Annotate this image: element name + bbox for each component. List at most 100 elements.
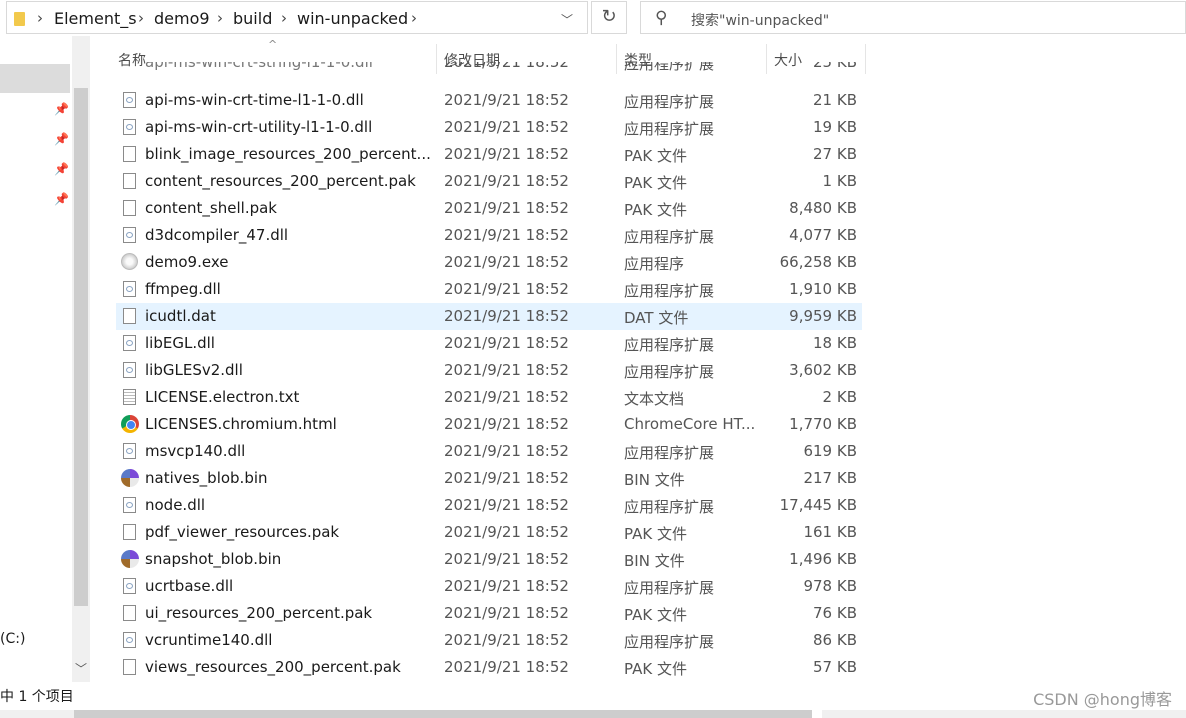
status-bar: 中 1 个项目 CSDN @hong博客 (0, 682, 1186, 710)
file-date: 2021/9/21 18:52 (444, 550, 569, 568)
dll-icon (123, 497, 136, 513)
chevron-right-icon[interactable]: › (37, 9, 43, 27)
file-size: 76 KB (813, 604, 857, 622)
table-row[interactable]: ui_resources_200_percent.pak 2021/9/21 18… (116, 600, 862, 627)
breadcrumb-item-demo9[interactable]: demo9 (154, 9, 210, 28)
file-icon (123, 200, 136, 216)
nav-selected-item[interactable] (0, 64, 70, 93)
dll-icon (123, 578, 136, 594)
table-row[interactable]: api-ms-win-crt-utility-l1-1-0.dll 2021/9/… (116, 114, 862, 141)
file-name: LICENSES.chromium.html (145, 415, 337, 433)
dll-icon (123, 632, 136, 648)
pin-icon[interactable]: 📌 (54, 192, 69, 206)
table-row[interactable]: content_resources_200_percent.pak 2021/9/… (116, 168, 862, 195)
address-bar[interactable]: › Element_s › demo9 › build › win-unpack… (6, 1, 588, 34)
file-type: BIN 文件 (624, 471, 685, 489)
table-row[interactable]: blink_image_resources_200_percent.... 202… (116, 141, 862, 168)
table-row[interactable]: LICENSES.chromium.html 2021/9/21 18:52 Chr… (116, 411, 862, 438)
file-size: 27 KB (813, 145, 857, 163)
pin-icon[interactable]: 📌 (54, 162, 69, 176)
file-name: libGLESv2.dll (145, 361, 243, 379)
dll-icon (123, 92, 136, 108)
table-row[interactable]: vcruntime140.dll 2021/9/21 18:52 应用程序扩展 86 … (116, 627, 862, 654)
table-row[interactable]: libGLESv2.dll 2021/9/21 18:52 应用程序扩展 3,602 … (116, 357, 862, 384)
search-placeholder: 搜索"win-unpacked" (691, 13, 830, 29)
file-type: ChromeCore HT... (624, 415, 756, 433)
navigation-pane: 📌 📌 📌 📌 (C:) (0, 36, 72, 682)
file-type: 应用程序扩展 (624, 228, 715, 246)
file-size: 2 KB (822, 388, 857, 406)
breadcrumb-item-win-unpacked[interactable]: win-unpacked (297, 9, 408, 28)
file-date: 2021/9/21 18:52 (444, 280, 569, 298)
file-date: 2021/9/21 18:52 (444, 577, 569, 595)
address-bar-row: › Element_s › demo9 › build › win-unpack… (0, 0, 1186, 36)
file-type: 应用程序扩展 (624, 633, 715, 651)
file-name: natives_blob.bin (145, 469, 268, 487)
nav-scrollbar[interactable]: ﹀ (72, 36, 90, 682)
status-item-count: 中 1 个项目 (0, 689, 74, 705)
table-row[interactable]: api-ms-win-crt-time-l1-1-0.dll 2021/9/21 … (116, 87, 862, 114)
table-row[interactable]: snapshot_blob.bin 2021/9/21 18:52 BIN 文件 1,… (116, 546, 862, 573)
pin-icon[interactable]: 📌 (54, 132, 69, 146)
file-name: LICENSE.electron.txt (145, 388, 300, 406)
file-size: 4,077 KB (789, 226, 857, 244)
file-type: PAK 文件 (624, 525, 687, 543)
file-icon (123, 524, 136, 540)
file-size: 66,258 KB (779, 253, 857, 271)
file-date: 2021/9/21 18:52 (444, 199, 569, 217)
file-size: 18 KB (813, 334, 857, 352)
column-divider[interactable] (865, 44, 866, 74)
search-input[interactable]: ⚲ 搜索"win-unpacked" (640, 1, 1186, 34)
chevron-right-icon[interactable]: › (411, 9, 417, 27)
chevron-down-icon[interactable]: ﹀ (75, 660, 87, 677)
table-row[interactable]: demo9.exe 2021/9/21 18:52 应用程序 66,258 KB (116, 249, 862, 276)
nav-scroll-thumb[interactable] (74, 88, 88, 606)
table-row[interactable]: api-ms-win-crt-string-l1-1-0.dll 2021/9/… (116, 62, 862, 74)
file-type: BIN 文件 (624, 552, 685, 570)
breadcrumb-item-build[interactable]: build (233, 9, 272, 28)
chevron-down-icon[interactable]: ﹀ (561, 11, 573, 28)
file-name: views_resources_200_percent.pak (145, 658, 401, 676)
file-date: 2021/9/21 18:52 (444, 145, 569, 163)
bin-icon (121, 469, 139, 487)
table-row[interactable]: icudtl.dat 2021/9/21 18:52 DAT 文件 9,959 KB (116, 303, 862, 330)
file-name: blink_image_resources_200_percent.... (145, 145, 430, 163)
breadcrumb-item-element-s[interactable]: Element_s (54, 9, 137, 28)
chevron-right-icon[interactable]: › (217, 9, 223, 27)
refresh-button[interactable]: ↻ (591, 1, 627, 34)
table-row[interactable]: d3dcompiler_47.dll 2021/9/21 18:52 应用程序扩展 4… (116, 222, 862, 249)
file-type: 应用程序扩展 (624, 120, 715, 138)
file-size: 19 KB (813, 118, 857, 136)
table-row[interactable]: ucrtbase.dll 2021/9/21 18:52 应用程序扩展 978 KB (116, 573, 862, 600)
table-row[interactable]: LICENSE.electron.txt 2021/9/21 18:52 文本文档 2… (116, 384, 862, 411)
file-icon (123, 146, 136, 162)
file-date: 2021/9/21 18:52 (444, 253, 569, 271)
file-size: 3,602 KB (789, 361, 857, 379)
dll-icon (123, 281, 136, 297)
table-row[interactable]: msvcp140.dll 2021/9/21 18:52 应用程序扩展 619 KB (116, 438, 862, 465)
horizontal-scroll-thumb[interactable] (74, 710, 812, 718)
table-row[interactable]: libEGL.dll 2021/9/21 18:52 应用程序扩展 18 KB (116, 330, 862, 357)
file-type: DAT 文件 (624, 309, 689, 327)
chevron-right-icon[interactable]: › (138, 9, 144, 27)
table-row[interactable]: pdf_viewer_resources.pak 2021/9/21 18:52 P… (116, 519, 862, 546)
table-row[interactable]: views_resources_200_percent.pak 2021/9/21… (116, 654, 862, 681)
file-date: 2021/9/21 18:52 (444, 334, 569, 352)
file-name: content_shell.pak (145, 199, 277, 217)
drive-c-label[interactable]: (C:) (0, 631, 25, 647)
file-type: 应用程序扩展 (624, 336, 715, 354)
horizontal-scrollbar[interactable] (0, 710, 1186, 718)
file-size: 978 KB (803, 577, 857, 595)
table-row[interactable]: ffmpeg.dll 2021/9/21 18:52 应用程序扩展 1,910 KB (116, 276, 862, 303)
chevron-right-icon[interactable]: › (281, 9, 287, 27)
file-name: vcruntime140.dll (145, 631, 273, 649)
table-row[interactable]: natives_blob.bin 2021/9/21 18:52 BIN 文件 217… (116, 465, 862, 492)
pin-icon[interactable]: 📌 (54, 102, 69, 116)
file-type: PAK 文件 (624, 147, 687, 165)
file-date: 2021/9/21 18:52 (444, 604, 569, 622)
file-name: node.dll (145, 496, 206, 514)
table-row[interactable]: content_shell.pak 2021/9/21 18:52 PAK 文件 8,… (116, 195, 862, 222)
table-row[interactable]: node.dll 2021/9/21 18:52 应用程序扩展 17,445 KB (116, 492, 862, 519)
dll-icon (123, 362, 136, 378)
file-size: 86 KB (813, 631, 857, 649)
